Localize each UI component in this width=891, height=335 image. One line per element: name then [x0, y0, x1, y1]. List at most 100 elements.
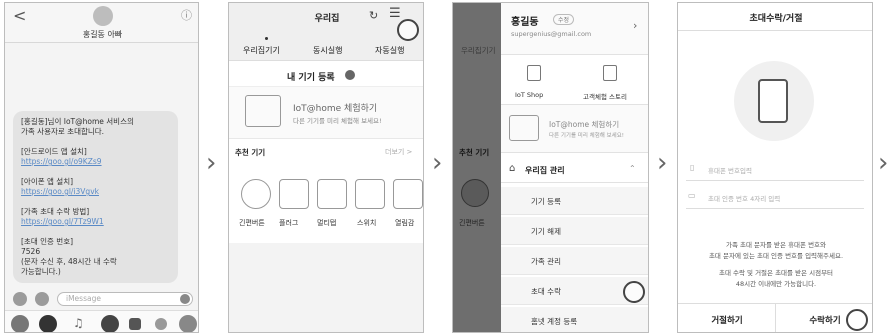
- app-icon[interactable]: [101, 315, 119, 332]
- side-drawer: 홍길동 수정 supergenius@gmail.com › IoT Shop …: [501, 3, 648, 332]
- edit-badge[interactable]: 수정: [553, 14, 575, 25]
- page-title: 초대수락/거절: [749, 14, 803, 24]
- flow-arrow-1: ›: [206, 148, 217, 178]
- tab-my-devices[interactable]: 우리집기기: [243, 45, 280, 56]
- microphone-icon[interactable]: [180, 294, 190, 304]
- register-label: 내 기기 등록: [287, 73, 335, 83]
- menu-item-family[interactable]: 가족 관리: [501, 247, 648, 275]
- message-link[interactable]: https://goo.gl/i3Vgvk: [21, 187, 170, 197]
- back-icon[interactable]: <: [13, 6, 26, 25]
- home-management-section[interactable]: ⌂ 우리집 관리 ⌃: [501, 159, 648, 183]
- tab-indicator: [265, 37, 268, 40]
- switch-device-icon[interactable]: [355, 179, 385, 209]
- sms-screen: < 홍길동 아빠 ⓘ [홍길동]님이 IoT@home 서비스의 가족 사용자로 …: [4, 2, 199, 333]
- device-label: 열림감: [395, 219, 415, 227]
- banner-subtitle: 다른 기기를 미리 체험해 보세요!: [549, 133, 624, 139]
- multitap-device-icon[interactable]: [317, 179, 347, 209]
- empty-area: [229, 243, 423, 332]
- more-link[interactable]: 더보기 >: [385, 147, 412, 157]
- trial-banner[interactable]: IoT@home 체험하기 다른 기기를 미리 체험해 보세요!: [229, 87, 423, 139]
- shop-bag-icon[interactable]: [527, 65, 541, 81]
- invite-illustration: [734, 61, 814, 141]
- story-label[interactable]: 고객체험 스토리: [583, 91, 627, 101]
- bg-device-label: 긴편버튼: [459, 219, 485, 227]
- menu-item-label: 홈넷 계정 등록: [531, 317, 578, 326]
- trial-banner[interactable]: IoT@home 체험하기 다른 기기를 미리 체험해 보세요!: [501, 105, 648, 153]
- contact-name: 홍길동 아빠: [82, 30, 123, 39]
- add-icon[interactable]: [345, 70, 355, 80]
- message-line: [21, 197, 170, 207]
- avatar: [93, 6, 113, 26]
- menu-item-label: 초대 수락: [531, 287, 561, 296]
- user-email: supergenius@gmail.com: [511, 30, 592, 38]
- music-icon[interactable]: ♫: [73, 316, 84, 330]
- user-name: 홍길동: [511, 17, 539, 28]
- menu-item-unregister[interactable]: 기기 해제: [501, 217, 648, 245]
- story-icon[interactable]: [603, 65, 617, 81]
- code-placeholder: 초대 인증 번호 4자리 입력: [708, 195, 781, 203]
- message-header: < 홍길동 아빠 ⓘ: [5, 3, 198, 43]
- camera-icon[interactable]: [13, 292, 27, 306]
- info-icon[interactable]: ⓘ: [181, 7, 192, 23]
- register-device-row[interactable]: 내 기기 등록: [229, 63, 423, 87]
- tab-automation[interactable]: 자동실행: [375, 45, 404, 56]
- menu-icon[interactable]: ☰: [389, 6, 401, 21]
- bg-tab-label: 우리집기기: [461, 46, 496, 55]
- more-apps-icon[interactable]: [179, 315, 197, 332]
- reject-button[interactable]: 거절하기: [678, 303, 776, 332]
- message-line: [아이폰 앱 설치]: [21, 177, 74, 186]
- home-screen: 우리집 ↻ ☰ 우리집기기 동시실행 자동실행 내 기기 등록 IoT@home…: [228, 2, 424, 333]
- profile-row[interactable]: 홍길동 수정 supergenius@gmail.com ›: [501, 3, 648, 55]
- shortcut-row: IoT Shop 고객체험 스토리: [501, 55, 648, 105]
- invite-code-input[interactable]: ▭ 초대 인증 번호 4자리 입력: [686, 185, 864, 209]
- message-input-bar: iMessage: [11, 292, 195, 306]
- tap-hand-icon: [623, 281, 645, 303]
- flow-arrow-2: ›: [432, 148, 443, 178]
- photos-icon[interactable]: [39, 315, 57, 332]
- refresh-icon[interactable]: ↻: [369, 9, 378, 22]
- message-line: [가족 초대 수락 방법]: [21, 207, 90, 216]
- imessage-input[interactable]: iMessage: [57, 292, 193, 306]
- plug-device-icon[interactable]: [279, 179, 309, 209]
- message-line: [21, 137, 170, 147]
- banner-title: IoT@home 체험하기: [293, 104, 378, 114]
- appstore-icon[interactable]: [11, 315, 29, 332]
- flow-arrow-4: ›: [878, 148, 889, 178]
- chevron-right-icon[interactable]: ›: [633, 19, 637, 32]
- app-dock: ♫: [5, 310, 198, 332]
- invite-accept-screen: 초대수락/거절 ▯ 휴대폰 번호입력 ▭ 초대 인증 번호 4자리 입력 가족 …: [677, 2, 873, 333]
- menu-item-register[interactable]: 기기 등록: [501, 187, 648, 215]
- info-line: 가족 초대 문자를 받은 휴대폰 번호와: [725, 241, 827, 249]
- settings-icon[interactable]: [155, 318, 167, 330]
- imessage-placeholder: iMessage: [66, 294, 101, 303]
- message-line: [21, 167, 170, 177]
- code-field-icon: ▭: [688, 191, 696, 200]
- message-line: [초대 인증 번호]: [21, 237, 74, 246]
- device-label: 멀티탭: [317, 219, 337, 227]
- home-header: 우리집 ↻ ☰ 우리집기기 동시실행 자동실행: [229, 3, 423, 61]
- message-link[interactable]: https://goo.gl/o9KZs9: [21, 157, 170, 167]
- chevron-up-icon[interactable]: ⌃: [629, 164, 636, 173]
- screen-header: 초대수락/거절: [678, 3, 872, 31]
- phone-number-input[interactable]: ▯ 휴대폰 번호입력: [686, 157, 864, 181]
- shop-label[interactable]: IoT Shop: [515, 91, 543, 99]
- device-label: 스위치: [357, 219, 377, 227]
- message-line: [안드로이드 앱 설치]: [21, 147, 87, 156]
- menu-item-label: 기기 등록: [531, 197, 561, 206]
- tab-simultaneous[interactable]: 동시실행: [313, 45, 342, 56]
- open-sensor-device-icon[interactable]: [393, 179, 423, 209]
- info-line: 초대 문자에 있는 초대 인증 번호를 입력해주세요.: [708, 252, 844, 260]
- menu-screen: 우리집기기 추천 기기 긴편버튼 홍길동 수정 supergenius@gmai…: [452, 2, 649, 333]
- info-line: 48시간 이내에만 가능합니다.: [735, 280, 817, 288]
- apps-icon[interactable]: [35, 292, 49, 306]
- message-link[interactable]: https://goo.gl/7Tz9W1: [21, 217, 170, 227]
- message-line: 가족 사용자로 초대합니다.: [21, 127, 105, 136]
- banner-subtitle: 다른 기기를 미리 체험해 보세요!: [293, 117, 382, 125]
- message-line: [21, 227, 170, 237]
- recommend-label: 추천 기기: [235, 148, 266, 157]
- menu-item-homenet[interactable]: 홈넷 계정 등록: [501, 307, 648, 332]
- message-line: 7526: [21, 247, 41, 256]
- video-icon[interactable]: [129, 318, 141, 330]
- reject-label: 거절하기: [711, 316, 743, 326]
- button-device-icon[interactable]: [241, 179, 271, 209]
